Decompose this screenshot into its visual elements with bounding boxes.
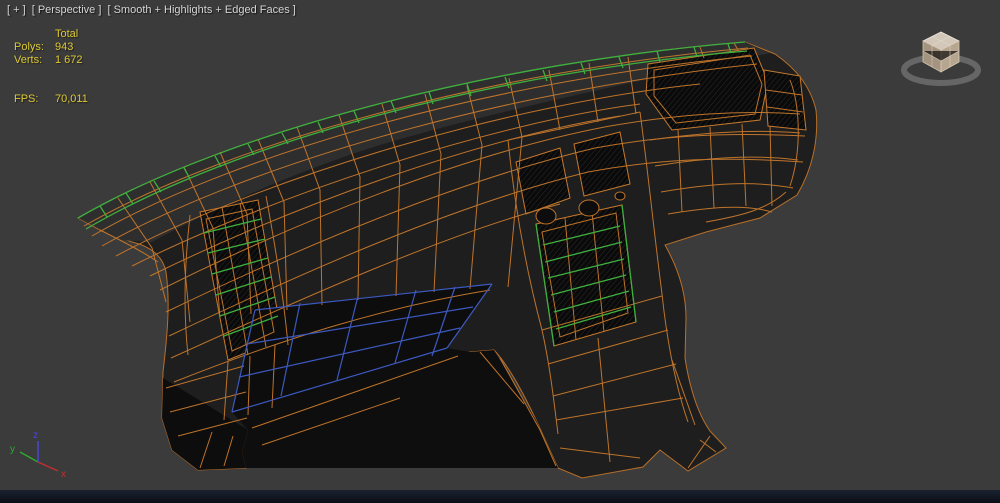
dashboard-model[interactable] <box>78 42 817 478</box>
viewport-menu-general[interactable]: [ + ] <box>7 4 26 16</box>
stats-polys-value: 943 <box>55 41 73 54</box>
stats-verts-label: Verts: <box>14 54 55 67</box>
viewport[interactable]: x y z [ + ] [ Perspective ] [ Smooth + H… <box>0 0 1000 503</box>
viewport-label: [ + ] [ Perspective ] [ Smooth + Highlig… <box>7 4 299 16</box>
stats-fps-label: FPS: <box>14 93 55 106</box>
stats-total-label: Total <box>55 28 78 41</box>
viewport-menu-shading[interactable]: [ Smooth + Highlights + Edged Faces ] <box>107 4 295 16</box>
viewport-menu-pov[interactable]: [ Perspective ] <box>32 4 102 16</box>
right-side-vent <box>764 70 806 130</box>
axis-label-z: z <box>33 430 38 441</box>
stats-verts-value: 1 672 <box>55 54 83 67</box>
axis-label-y: y <box>10 444 15 455</box>
stats-verts-row: Verts: 1 672 <box>14 54 88 67</box>
world-axis-tripod: x y z <box>10 430 66 480</box>
stats-fps-row: FPS: 70,011 <box>14 93 88 106</box>
stats-polys-label: Polys: <box>14 41 55 54</box>
statistics-overlay: Total Polys: 943 Verts: 1 672 FPS: 70,01… <box>14 28 88 106</box>
viewcube[interactable] <box>904 32 978 83</box>
stats-polys-row: Polys: 943 <box>14 41 88 54</box>
stats-fps-value: 70,011 <box>55 93 88 106</box>
stats-total-row: Total <box>14 28 88 41</box>
axis-label-x: x <box>61 469 66 480</box>
viewport-canvas[interactable]: x y z <box>0 0 1000 503</box>
center-vent-right <box>574 132 630 196</box>
bottom-edge-strip <box>0 490 1000 503</box>
